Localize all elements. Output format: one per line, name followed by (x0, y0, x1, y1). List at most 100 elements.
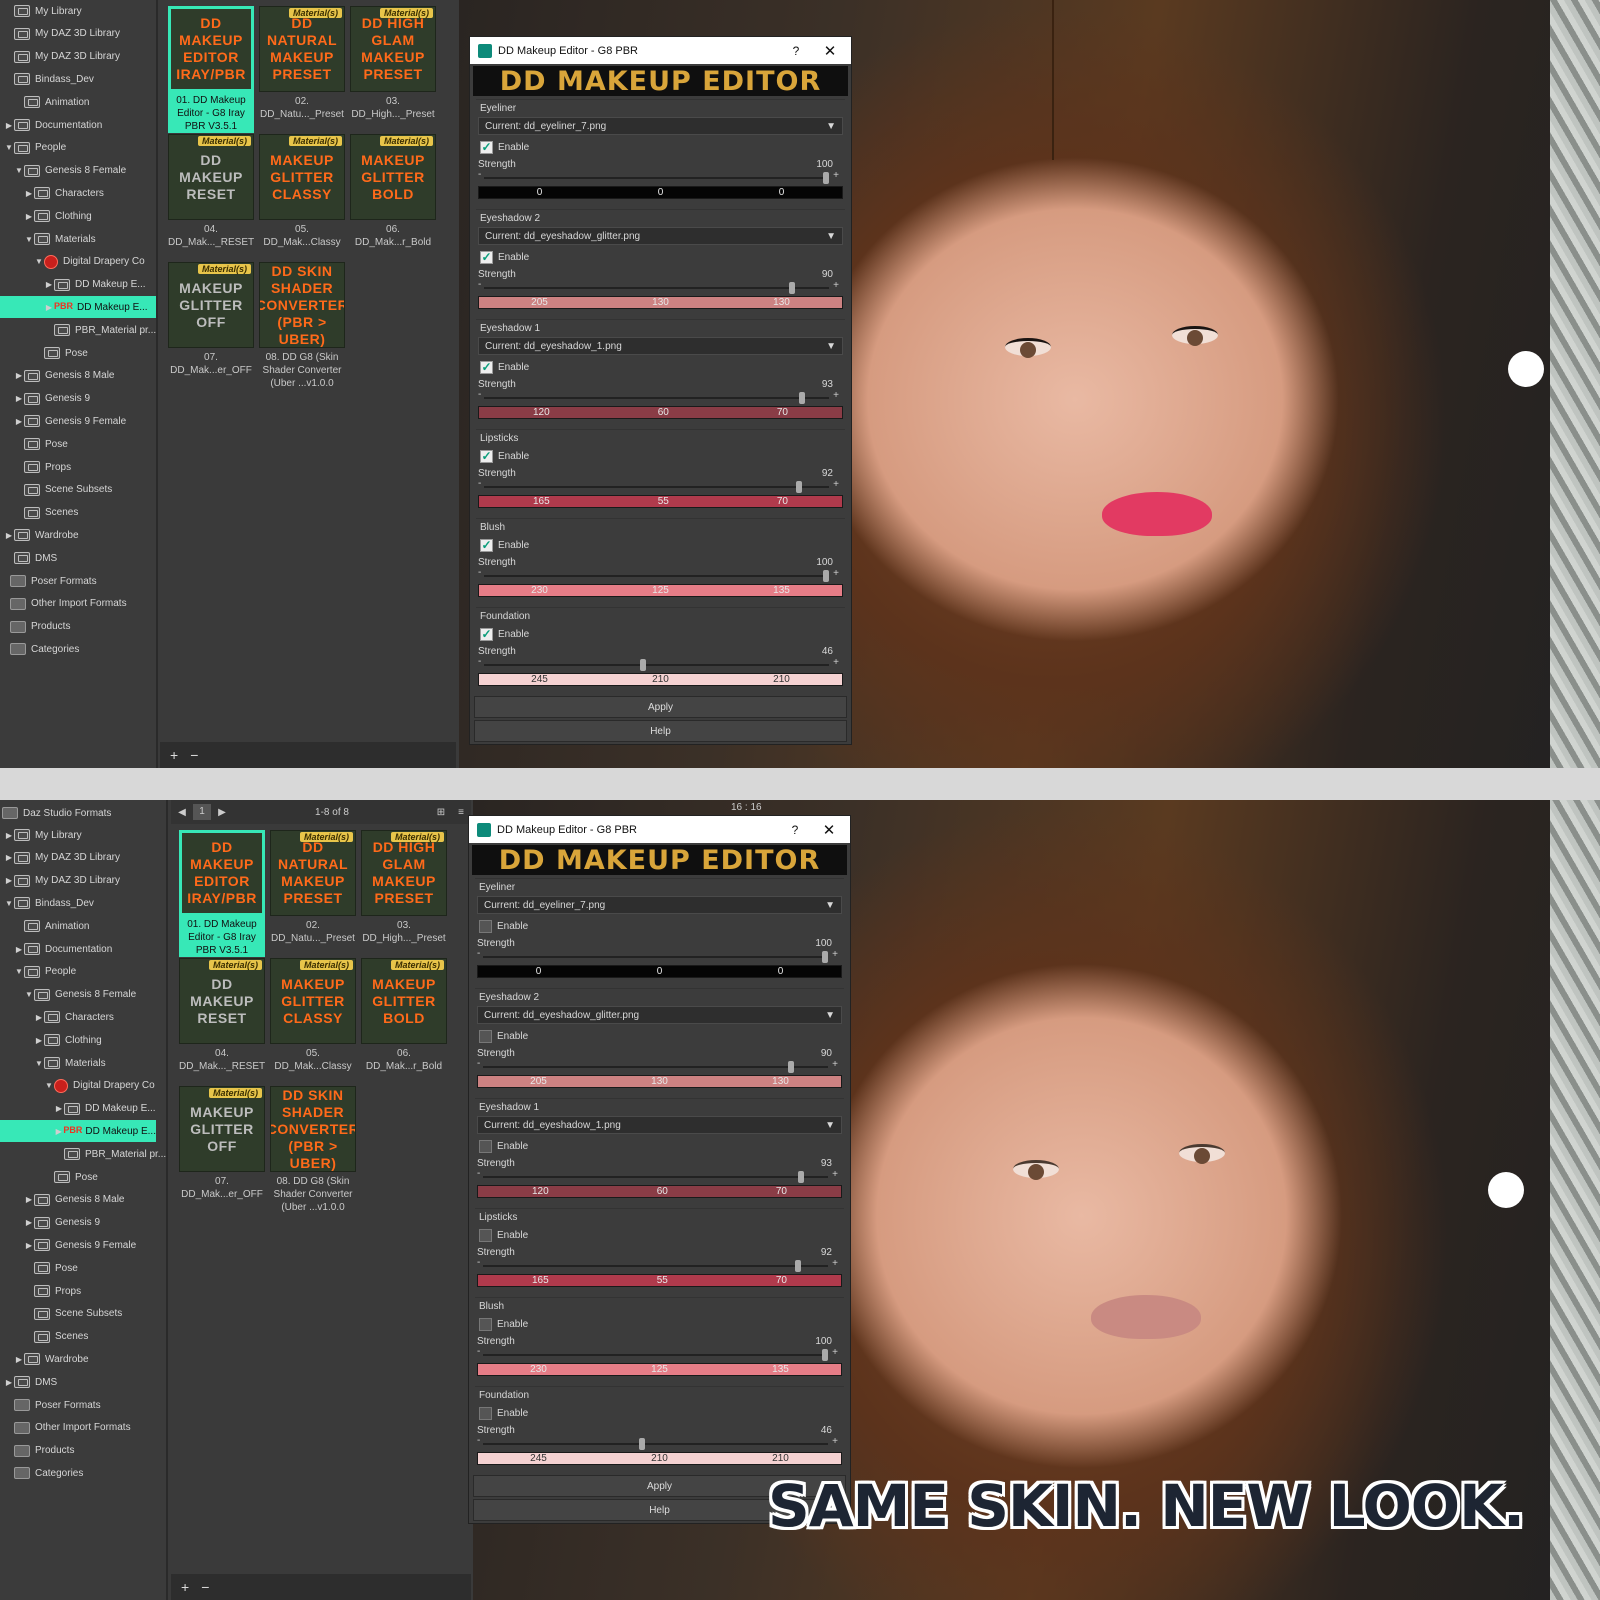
tree-item[interactable]: ▶ Genesis 8 Male (14, 365, 114, 387)
product-tile[interactable]: Material(s) MAKEUP GLITTER BOLD 06. DD_Mak..… (350, 134, 436, 249)
enable-checkbox[interactable]: ✓ (479, 1406, 492, 1420)
collapse-arrow-icon[interactable]: ▼ (34, 257, 44, 266)
expand-arrow-icon[interactable]: ▶ (24, 1218, 34, 1227)
tree-item[interactable]: ▶ Characters (34, 1006, 114, 1028)
strength-slider[interactable]: - + (478, 567, 839, 582)
enable-checkbox[interactable]: ✓ (479, 919, 492, 933)
texture-dropdown[interactable]: Current: dd_eyeshadow_glitter.png ▼ (478, 227, 843, 245)
collapse-arrow-icon[interactable]: ▼ (4, 143, 14, 152)
expand-arrow-icon[interactable]: ▶ (4, 876, 14, 885)
enable-checkbox-row[interactable]: ✓ Enable (478, 536, 843, 554)
strength-slider[interactable]: - + (477, 1435, 838, 1450)
tree-item[interactable]: Categories (0, 638, 79, 660)
enable-checkbox-row[interactable]: ✓ Enable (478, 447, 843, 465)
slider-handle[interactable] (788, 1061, 795, 1073)
tree-item[interactable]: ▶ DD Makeup E... (54, 1098, 156, 1120)
expand-arrow-icon[interactable]: ▶ (24, 1195, 34, 1204)
tree-item[interactable]: ▶ Genesis 9 (24, 1212, 100, 1234)
enable-checkbox[interactable]: ✓ (479, 1317, 492, 1331)
tree-item[interactable]: ▶ Genesis 9 (14, 388, 90, 410)
enable-checkbox[interactable]: ✓ (480, 140, 493, 154)
tree-item[interactable]: Pose (24, 1257, 78, 1279)
plus-icon[interactable]: + (832, 1347, 838, 1358)
slider-handle[interactable] (638, 1438, 645, 1450)
tree-item[interactable]: ▶ Genesis 8 Male (24, 1189, 124, 1211)
slider-handle[interactable] (798, 1171, 805, 1183)
expand-arrow-icon[interactable]: ▶ (24, 189, 34, 198)
apply-button[interactable]: Apply (474, 696, 847, 718)
expand-arrow-icon[interactable]: ▶ (34, 1036, 44, 1045)
tree-item[interactable]: ▼ Bindass_Dev (4, 892, 94, 914)
plus-icon[interactable]: + (832, 1059, 838, 1070)
tree-item[interactable]: Products (0, 616, 70, 638)
product-tile[interactable]: DD MAKEUP EDITOR IRAY/PBR 01. DD Makeup Edi… (168, 6, 254, 133)
product-tile[interactable]: Material(s) MAKEUP GLITTER OFF 07. DD_Mak...… (179, 1086, 265, 1201)
tree-item[interactable]: ▼ Materials (34, 1052, 106, 1074)
product-tile[interactable]: Material(s) MAKEUP GLITTER CLASSY 05. DD_Mak… (270, 958, 356, 1073)
collapse-arrow-icon[interactable]: ▼ (14, 967, 24, 976)
plus-icon[interactable]: + (833, 568, 839, 579)
color-picker-bar[interactable]: 230 125 135 (478, 584, 843, 597)
slider-handle[interactable] (823, 570, 829, 582)
slider-handle[interactable] (823, 172, 829, 184)
color-picker-bar[interactable]: 245 210 210 (477, 1452, 842, 1465)
expand-arrow-icon[interactable]: ▶ (14, 1355, 24, 1364)
slider-handle[interactable] (789, 282, 796, 294)
tree-item[interactable]: Scene Subsets (14, 479, 112, 501)
enable-checkbox[interactable]: ✓ (480, 627, 493, 641)
minus-icon[interactable]: - (477, 1257, 480, 1268)
texture-dropdown[interactable]: Current: dd_eyeshadow_1.png ▼ (477, 1116, 842, 1134)
plus-icon[interactable]: + (833, 170, 839, 181)
color-picker-bar[interactable]: 245 210 210 (478, 673, 843, 686)
plus-icon[interactable]: + (833, 390, 839, 401)
help-icon[interactable]: ? (781, 44, 811, 58)
enable-checkbox-row[interactable]: ✓ Enable (478, 138, 843, 156)
minus-icon[interactable]: - (477, 1058, 480, 1069)
tree-item[interactable]: Scene Subsets (24, 1303, 122, 1325)
collapse-arrow-icon[interactable]: ▼ (24, 235, 34, 244)
plus-icon[interactable]: + (832, 1436, 838, 1447)
tree-item[interactable]: Other Import Formats (0, 593, 127, 615)
enable-checkbox-row[interactable]: ✓ Enable (477, 917, 842, 935)
tree-item[interactable]: Animation (14, 915, 89, 937)
enable-checkbox[interactable]: ✓ (480, 360, 493, 374)
enable-checkbox-row[interactable]: ✓ Enable (478, 248, 843, 266)
plus-icon[interactable]: + (832, 1169, 838, 1180)
strength-slider[interactable]: - + (478, 478, 839, 493)
tree-item[interactable]: Bindass_Dev (4, 68, 94, 90)
slider-handle[interactable] (794, 1260, 801, 1272)
tree-item[interactable]: ▼ Digital Drapery Co (34, 251, 145, 273)
enable-checkbox-row[interactable]: ✓ Enable (477, 1404, 842, 1422)
tree-item[interactable]: ▶ Characters (24, 182, 104, 204)
strength-slider[interactable]: - + (477, 1257, 838, 1272)
slider-handle[interactable] (795, 481, 802, 493)
minus-icon[interactable]: - (478, 567, 481, 578)
product-tile[interactable]: DD SKIN SHADER CONVERTER (PBR > UBER) 08. DD… (259, 262, 345, 390)
tree-item[interactable]: PBR_Material pr... (44, 319, 156, 341)
tree-item[interactable]: ▶ Documentation (14, 938, 112, 960)
collapse-arrow-icon[interactable]: ▼ (14, 166, 24, 175)
product-tile[interactable]: Material(s) DD NATURAL MAKEUP PRESET 02. DD_N… (259, 6, 345, 121)
enable-checkbox[interactable]: ✓ (479, 1029, 492, 1043)
tree-item[interactable]: DMS (4, 547, 57, 569)
product-tile[interactable]: Material(s) DD MAKEUP RESET 04. DD_Mak..._RE… (168, 134, 254, 249)
minus-icon[interactable]: - (477, 1346, 480, 1357)
enable-checkbox-row[interactable]: ✓ Enable (477, 1315, 842, 1333)
tree-item[interactable]: ▶ Genesis 9 Female (24, 1234, 136, 1256)
tree-item[interactable]: ▶ My DAZ 3D Library (4, 870, 120, 892)
collapse-arrow-icon[interactable]: ▼ (24, 990, 34, 999)
strength-slider[interactable]: - + (478, 169, 839, 184)
tree-item[interactable]: ▶ Clothing (34, 1029, 102, 1051)
minus-icon[interactable]: - (478, 656, 481, 667)
strength-slider[interactable]: - + (477, 948, 838, 963)
tree-item[interactable]: Products (4, 1440, 74, 1462)
product-tile[interactable]: DD SKIN SHADER CONVERTER (PBR > UBER) 08. DD… (270, 1086, 356, 1214)
expand-arrow-icon[interactable]: ▶ (14, 417, 24, 426)
tree-item[interactable]: My DAZ 3D Library (4, 23, 120, 45)
enable-checkbox-row[interactable]: ✓ Enable (477, 1027, 842, 1045)
tree-item[interactable]: Props (24, 1280, 81, 1302)
slider-handle[interactable] (799, 392, 806, 404)
plus-icon[interactable]: + (833, 479, 839, 490)
minus-icon[interactable]: - (478, 169, 481, 180)
tree-item[interactable]: ▶ Documentation (4, 114, 102, 136)
